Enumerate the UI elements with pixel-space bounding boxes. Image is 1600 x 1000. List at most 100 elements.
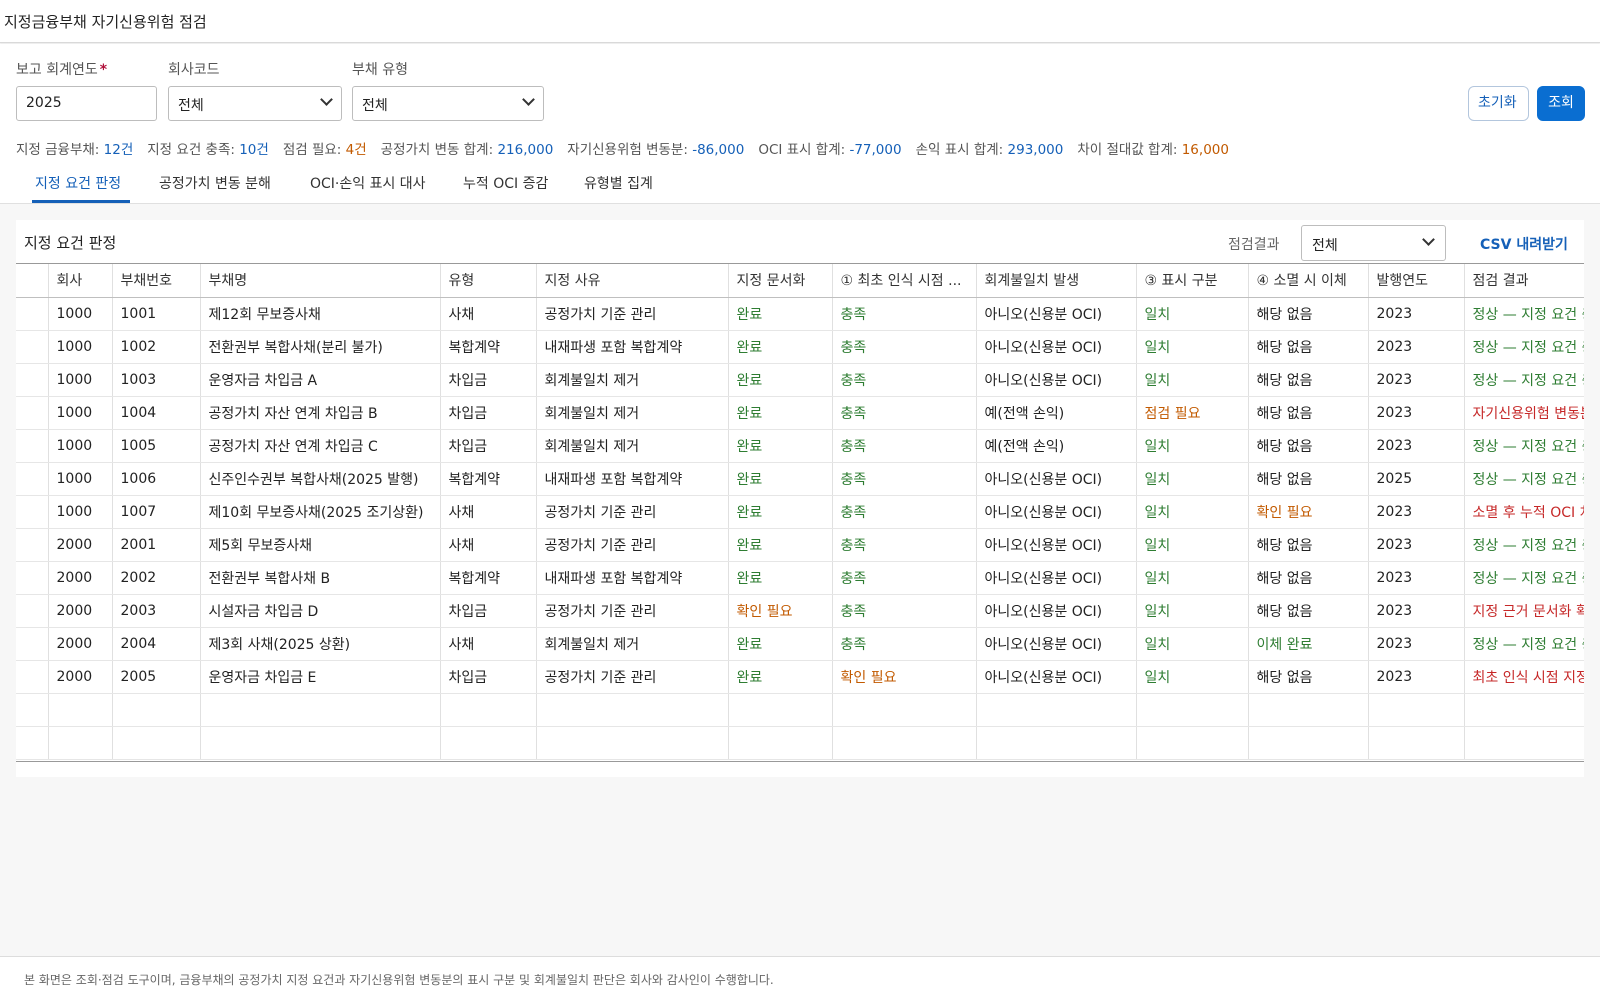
table-cell: 1000	[48, 363, 113, 397]
table-cell: 아니오(신용분 OCI)	[976, 363, 1137, 397]
table-cell: 2003	[112, 594, 201, 628]
column-header[interactable]: 회사	[48, 264, 113, 298]
year-input[interactable]: 2025	[16, 86, 157, 121]
table-cell: 해당 없음	[1248, 594, 1369, 628]
tab-fair-value-decomposition[interactable]: 공정가치 변동 분해	[159, 173, 271, 193]
row-selector[interactable]	[16, 528, 49, 562]
designation-table: 회사 부채번호 부채명 유형 지정 사유 지정 문서화 ① 최초 인식 시점 ... 회계불일…	[16, 263, 1584, 762]
table-cell: 확인 필요	[728, 594, 833, 628]
summary-item: 지정 금융부채: 12건	[16, 142, 133, 158]
column-header[interactable]: 발행연도	[1368, 264, 1465, 298]
column-header[interactable]: 부채명	[200, 264, 441, 298]
table-cell: 2023	[1368, 594, 1465, 628]
year-label-text: 보고 회계연도	[16, 62, 98, 78]
summary-item: 공정가치 변동 합계: 216,000	[381, 142, 554, 158]
chevron-down-icon	[320, 93, 333, 106]
table-cell: 복합계약	[440, 462, 537, 496]
table-cell: 일치	[1136, 495, 1249, 529]
summary-item: 차이 절대값 합계: 16,000	[1077, 142, 1229, 158]
table-cell: 충족	[832, 627, 977, 661]
table-cell: 회계불일치 제거	[536, 627, 729, 661]
table-row[interactable]: 1000 1006 신주인수권부 복합사채(2025 발행) 복합계약 내재파생 포함 …	[16, 462, 1584, 496]
table-cell: 정상 — 지정 요건 충족	[1464, 627, 1584, 661]
table-row[interactable]: 2000 2001 제5회 무보증사채 사채 공정가치 기준 관리 완료 충족 아니오(신용분…	[16, 528, 1584, 562]
table-row[interactable]: 1000 1007 제10회 무보증사채(2025 조기상환) 사채 공정가치 기준 관…	[16, 495, 1584, 529]
csv-download-button[interactable]: CSV 내려받기	[1480, 234, 1568, 254]
empty-cell	[1248, 726, 1369, 760]
company-select[interactable]: 전체	[168, 86, 342, 121]
table-cell: 정상 — 지정 요건 충족	[1464, 363, 1584, 397]
row-selector[interactable]	[16, 462, 49, 496]
row-selector[interactable]	[16, 330, 49, 364]
table-row[interactable]: 2000 2004 제3회 사채(2025 상환) 사채 회계불일치 제거 완료 충족 아니오…	[16, 627, 1584, 661]
empty-cell	[200, 726, 441, 760]
table-cell: 사채	[440, 297, 537, 331]
table-cell: 충족	[832, 594, 977, 628]
table-cell: 차입금	[440, 363, 537, 397]
table-row[interactable]: 2000 2002 전환권부 복합사채 B 복합계약 내재파생 포함 복합계약 완료 충족 아…	[16, 561, 1584, 595]
column-header[interactable]: 지정 사유	[536, 264, 729, 298]
search-button[interactable]: 조회	[1537, 86, 1585, 121]
column-header[interactable]: ③ 표시 구분	[1136, 264, 1249, 298]
row-selector[interactable]	[16, 561, 49, 595]
table-cell: 완료	[728, 660, 833, 694]
row-selector[interactable]	[16, 396, 49, 430]
table-cell: 이체 완료	[1248, 627, 1369, 661]
column-header[interactable]: 부채번호	[112, 264, 201, 298]
row-selector[interactable]	[16, 297, 49, 331]
row-selector[interactable]	[16, 594, 49, 628]
row-selector[interactable]	[16, 660, 49, 694]
table-cell: 1000	[48, 396, 113, 430]
row-selector[interactable]	[16, 627, 49, 661]
empty-cell	[1136, 726, 1249, 760]
table-cell: 공정가치 자산 연계 차입금 B	[200, 396, 441, 430]
column-header[interactable]: 회계불일치 발생	[976, 264, 1137, 298]
row-selector[interactable]	[16, 495, 49, 529]
table-cell: 1006	[112, 462, 201, 496]
tab-oci-pl-reconciliation[interactable]: OCI·손익 표시 대사	[310, 173, 426, 193]
table-cell: 1007	[112, 495, 201, 529]
table-cell: 1000	[48, 429, 113, 463]
tab-designation-judgment[interactable]: 지정 요건 판정	[35, 173, 121, 193]
table-cell: 차입금	[440, 396, 537, 430]
summary-label: 점검 필요:	[282, 142, 346, 158]
row-selector[interactable]	[16, 429, 49, 463]
table-cell: 회계불일치 제거	[536, 396, 729, 430]
debt-type-select[interactable]: 전체	[352, 86, 544, 121]
table-row[interactable]: 1000 1005 공정가치 자산 연계 차입금 C 차입금 회계불일치 제거 완료 충족 예…	[16, 429, 1584, 463]
column-header[interactable]: 점검 결과	[1464, 264, 1584, 298]
column-header[interactable]: ① 최초 인식 시점 ...	[832, 264, 977, 298]
empty-cell	[16, 693, 49, 727]
table-cell: 해당 없음	[1248, 561, 1369, 595]
table-cell: 해당 없음	[1248, 297, 1369, 331]
column-header[interactable]: 지정 문서화	[728, 264, 833, 298]
table-cell: 점검 필요	[1136, 396, 1249, 430]
table-row[interactable]: 1000 1001 제12회 무보증사채 사채 공정가치 기준 관리 완료 충족 아니오(신용…	[16, 297, 1584, 331]
table-cell: 2023	[1368, 627, 1465, 661]
table-row[interactable]: 1000 1004 공정가치 자산 연계 차입금 B 차입금 회계불일치 제거 완료 충족 예…	[16, 396, 1584, 430]
summary-item: OCI 표시 합계: -77,000	[758, 142, 901, 158]
result-filter-select[interactable]: 전체	[1301, 225, 1446, 261]
table-row[interactable]: 1000 1003 운영자금 차입금 A 차입금 회계불일치 제거 완료 충족 아니오(신용분…	[16, 363, 1584, 397]
table-cell: 충족	[832, 528, 977, 562]
table-cell: 공정가치 자산 연계 차입금 C	[200, 429, 441, 463]
row-selector[interactable]	[16, 363, 49, 397]
table-row[interactable]: 2000 2003 시설자금 차입금 D 차입금 공정가치 기준 관리 확인 필요 충족 아니…	[16, 594, 1584, 628]
tab-type-summary[interactable]: 유형별 집계	[584, 173, 653, 193]
reset-button[interactable]: 초기화	[1468, 86, 1529, 121]
table-row[interactable]: 1000 1002 전환권부 복합사채(분리 불가) 복합계약 내재파생 포함 복합계약…	[16, 330, 1584, 364]
table-cell: 2002	[112, 561, 201, 595]
table-row[interactable]: 2000 2005 운영자금 차입금 E 차입금 공정가치 기준 관리 완료 확인 필요 아니…	[16, 660, 1584, 694]
table-cell: 회계불일치 제거	[536, 429, 729, 463]
column-header[interactable]	[16, 264, 49, 298]
column-header[interactable]: 유형	[440, 264, 537, 298]
empty-cell	[440, 726, 537, 760]
summary-label: 지정 요건 충족:	[147, 142, 240, 158]
chevron-down-icon	[1422, 233, 1435, 246]
table-cell: 복합계약	[440, 330, 537, 364]
tab-cumulative-oci[interactable]: 누적 OCI 증감	[463, 173, 548, 193]
column-header[interactable]: ④ 소멸 시 이체	[1248, 264, 1369, 298]
summary-item: 자기신용위험 변동분: -86,000	[567, 142, 744, 158]
debt-type-label: 부채 유형	[352, 62, 408, 78]
summary-value: -86,000	[692, 142, 745, 158]
